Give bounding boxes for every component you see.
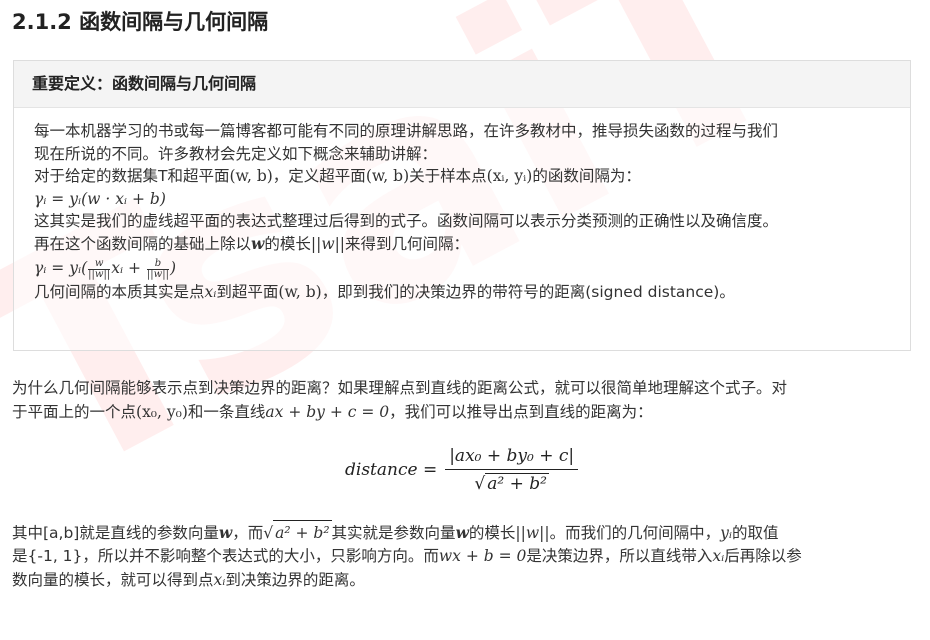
math: (x₀, y₀): [136, 403, 188, 421]
box-line: 每一本机器学习的书或每一篇博客都可能有不同的原理讲解思路，在许多教材中，推导损失…: [34, 122, 779, 140]
text: 。而我们的几何间隔中，: [549, 524, 721, 542]
text: 几何间隔的本质其实是点: [34, 283, 205, 301]
math: γᵢ = yᵢ(: [34, 259, 88, 277]
box-line: 现在所说的不同。许多教材会先定义如下概念来辅助讲解：: [34, 144, 438, 163]
text: 来得到几何间隔：: [345, 234, 470, 253]
formula-lhs: distance =: [345, 460, 438, 480]
definition-box: 重要定义：函数间隔与几何间隔 每一本机器学习的书或每一篇博客都可能有不同的原理讲…: [13, 60, 911, 351]
paragraph-distance: 为什么几何间隔能够表示点到决策边界的距离？如果理解点到直线的距离公式，就可以很简…: [12, 376, 917, 424]
math: xᵢ: [712, 547, 725, 565]
definition-box-body: 每一本机器学习的书或每一篇博客都可能有不同的原理讲解思路，在许多教材中，推导损失…: [14, 108, 910, 304]
numerator: |ax₀ + by₀ + c|: [445, 446, 579, 470]
denominator: ||w||: [88, 268, 111, 280]
math: w: [251, 233, 265, 253]
text: 到决策边界的距离。: [225, 571, 365, 589]
text: 是决策边界，所以直线带入: [526, 547, 713, 565]
para-line: 其中[a,b]就是直线的参数向量w，而√ a² + b² 其实就是参数向量w的模长|…: [12, 520, 917, 544]
text: 的函数间隔为：: [532, 167, 641, 185]
box-line: 再在这个函数间隔的基础上除以w的模长||w||来得到几何间隔：: [34, 233, 890, 256]
fraction: |ax₀ + by₀ + c| √ a² + b²: [445, 446, 579, 494]
math: (w, b): [278, 283, 322, 301]
math: √ a² + b²: [263, 520, 332, 542]
text: ，定义超平面: [272, 167, 366, 185]
numerator: b: [146, 258, 169, 270]
denominator: ||w||: [146, 268, 169, 280]
section-heading: 2.1.2 函数间隔与几何间隔: [12, 10, 269, 34]
denominator: √ a² + b²: [474, 473, 549, 494]
numerator: w: [88, 258, 111, 270]
text: 于平面上的一个点: [12, 403, 137, 421]
math: w: [455, 523, 469, 542]
sqrt-radicand: a² + b²: [485, 473, 549, 494]
fraction: b ||w||: [146, 258, 169, 280]
box-line: 对于给定的数据集T和超平面(w, b)，定义超平面(w, b)关于样本点(xᵢ,…: [34, 165, 890, 188]
text: 后再除以参: [724, 547, 802, 565]
para-line: 是{-1, 1}，所以并不影响整个表达式的大小，只影响方向。而wx + b = …: [12, 544, 917, 568]
paragraph-explanation: 其中[a,b]就是直线的参数向量w，而√ a² + b² 其实就是参数向量w的模长|…: [12, 520, 917, 592]
text: 对于给定的数据集T和超平面: [34, 167, 230, 185]
text: 再在这个函数间隔的基础上除以: [34, 234, 252, 253]
math: wx + b = 0: [438, 547, 527, 565]
text: ，我们可以推导出点到直线的距离为：: [389, 403, 653, 421]
text: 是{-1, 1}，所以并不影响整个表达式的大小，只影响方向。而: [12, 547, 439, 565]
math: xᵢ: [204, 283, 217, 301]
text: 其中[a,b]就是直线的参数向量: [12, 524, 219, 542]
math: w: [218, 523, 233, 542]
text: ，即到我们的决策边界的带符号的距离(signed distance)。: [321, 283, 735, 301]
math: (xᵢ, yᵢ): [486, 167, 533, 185]
math: ||w||: [310, 234, 346, 253]
sqrt-radicand: a² + b²: [273, 520, 332, 545]
box-line: 几何间隔的本质其实是点xᵢ到超平面(w, b)，即到我们的决策边界的带符号的距离…: [34, 281, 890, 304]
text: 关于样本点: [409, 167, 487, 185]
math: xᵢ: [213, 571, 226, 589]
text: 的模长: [264, 234, 311, 253]
text: 数向量的模长，就可以得到点: [12, 571, 214, 589]
text: 和一条直线: [187, 403, 266, 421]
functional-margin-formula: γᵢ = yᵢ(w · xᵢ + b): [34, 189, 166, 208]
text: 的取值: [731, 524, 779, 542]
text: 的模长: [468, 524, 516, 542]
math: yᵢ: [720, 524, 732, 542]
math: ||w||: [515, 524, 550, 542]
definition-box-title: 重要定义：函数间隔与几何间隔: [14, 61, 910, 108]
math: ax + by + c = 0: [265, 403, 390, 421]
box-line: 这其实是我们的虚线超平面的表达式整理过后得到的式子。函数间隔可以表示分类预测的正…: [34, 212, 779, 230]
geometric-margin-formula: γᵢ = yᵢ(w ||w|| xᵢ + b ||w||): [34, 255, 890, 281]
distance-formula: distance = |ax₀ + by₀ + c| √ a² + b²: [345, 446, 579, 494]
text: 到超平面: [216, 283, 279, 301]
math: xᵢ +: [111, 259, 141, 277]
math: ): [169, 259, 177, 277]
text: 其实就是参数向量: [331, 524, 456, 542]
math: (w, b): [229, 167, 273, 185]
math: (w, b): [365, 167, 410, 185]
para-line: 于平面上的一个点(x₀, y₀)和一条直线ax + by + c = 0，我们可…: [12, 400, 917, 424]
fraction: w ||w||: [88, 258, 111, 280]
para-line: 为什么几何间隔能够表示点到决策边界的距离？如果理解点到直线的距离公式，就可以很简…: [12, 379, 788, 397]
text: ，而: [232, 524, 264, 542]
para-line: 数向量的模长，就可以得到点xᵢ到决策边界的距离。: [12, 568, 917, 592]
